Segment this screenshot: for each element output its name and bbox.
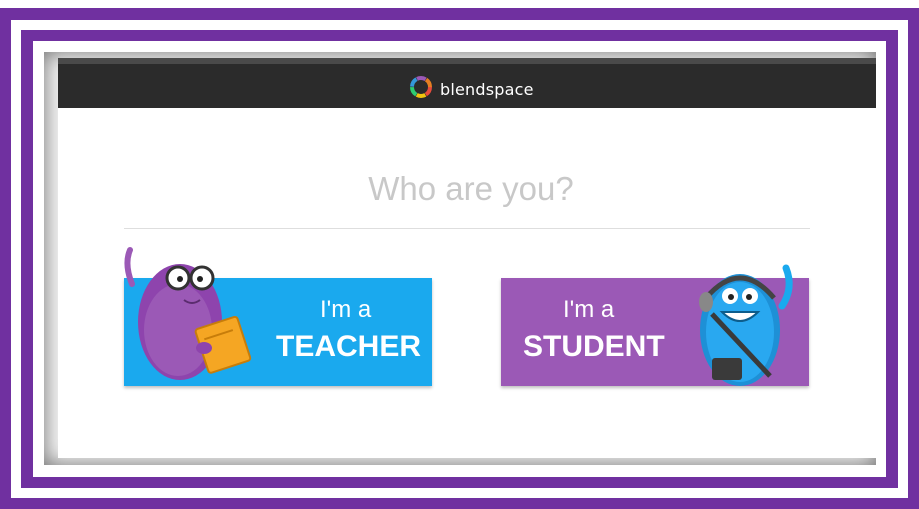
- logo-text: blendspace: [440, 80, 534, 99]
- teacher-character-icon: [122, 244, 252, 391]
- page-title: Who are you?: [368, 170, 574, 207]
- role-selection-page: Who are you? I'm a TEACHER I'm a STUDENT: [58, 108, 876, 458]
- header-bar: blendspace: [58, 58, 876, 108]
- divider: [124, 228, 810, 229]
- blendspace-logo-icon: [408, 74, 434, 105]
- teacher-button-line2: TEACHER: [276, 330, 422, 363]
- screenshot-window: blendspace Who are you? I'm a TEACHER I'…: [44, 52, 876, 465]
- student-button-line1: I'm a: [563, 296, 615, 323]
- teacher-button-line1: I'm a: [320, 296, 372, 323]
- student-character-icon: [686, 258, 798, 393]
- student-button-line2: STUDENT: [523, 330, 665, 363]
- blendspace-logo[interactable]: blendspace: [408, 74, 534, 105]
- browser-tab-strip: [58, 58, 876, 64]
- top-strip: [0, 0, 919, 8]
